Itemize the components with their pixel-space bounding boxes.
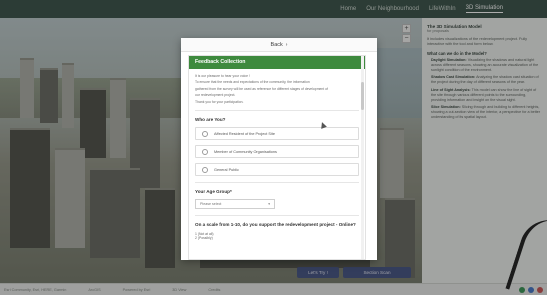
divider [195, 110, 359, 112]
scale-option[interactable]: 2 (Possibly) [195, 236, 359, 240]
select-placeholder: Please select [200, 202, 222, 207]
form-intro-line: gathered from the survey will be used as… [195, 86, 328, 91]
question-support-scale: On a scale from 1-10, do you support the… [195, 222, 356, 228]
chevron-right-icon: › [285, 41, 288, 48]
radio-button[interactable] [202, 148, 208, 155]
back-button[interactable]: Back › [181, 38, 377, 52]
feedback-form: Feedback Collection It is our pleasure t… [188, 55, 366, 260]
form-intro-line: To ensure that the needs and expectation… [195, 80, 310, 85]
question-age-group: Your Age Group* [195, 189, 232, 195]
form-intro-line: It is our pleasure to hear your voice ! [195, 74, 250, 78]
divider [195, 182, 359, 184]
question-who-are-you: Who are You? [195, 117, 226, 123]
form-scrollbar[interactable] [361, 56, 364, 259]
form-intro-line: our redevelopment project. [195, 93, 236, 98]
option-label: Member of Community Organisations [214, 149, 277, 154]
radio-button[interactable] [202, 130, 208, 137]
age-group-select[interactable]: Please select ▾ [195, 199, 275, 210]
option-affected-resident[interactable]: Affected Resident of the Project Site [195, 127, 359, 141]
option-label: Affected Resident of the Project Site [214, 131, 275, 136]
form-intro-line: Thank you for your participation. [195, 99, 244, 104]
option-general-public[interactable]: General Public [195, 163, 359, 177]
divider [195, 215, 359, 217]
radio-button[interactable] [202, 166, 208, 173]
scrollbar-thumb[interactable] [361, 82, 364, 110]
back-label: Back [270, 41, 283, 48]
form-title: Feedback Collection [189, 56, 365, 69]
option-community-member[interactable]: Member of Community Organisations [195, 145, 359, 159]
form-body: It is our pleasure to hear your voice ! … [189, 69, 365, 246]
feedback-modal: Back › Feedback Collection It is our ple… [181, 38, 377, 260]
chevron-down-icon: ▾ [268, 202, 270, 207]
option-label: General Public [214, 167, 239, 172]
